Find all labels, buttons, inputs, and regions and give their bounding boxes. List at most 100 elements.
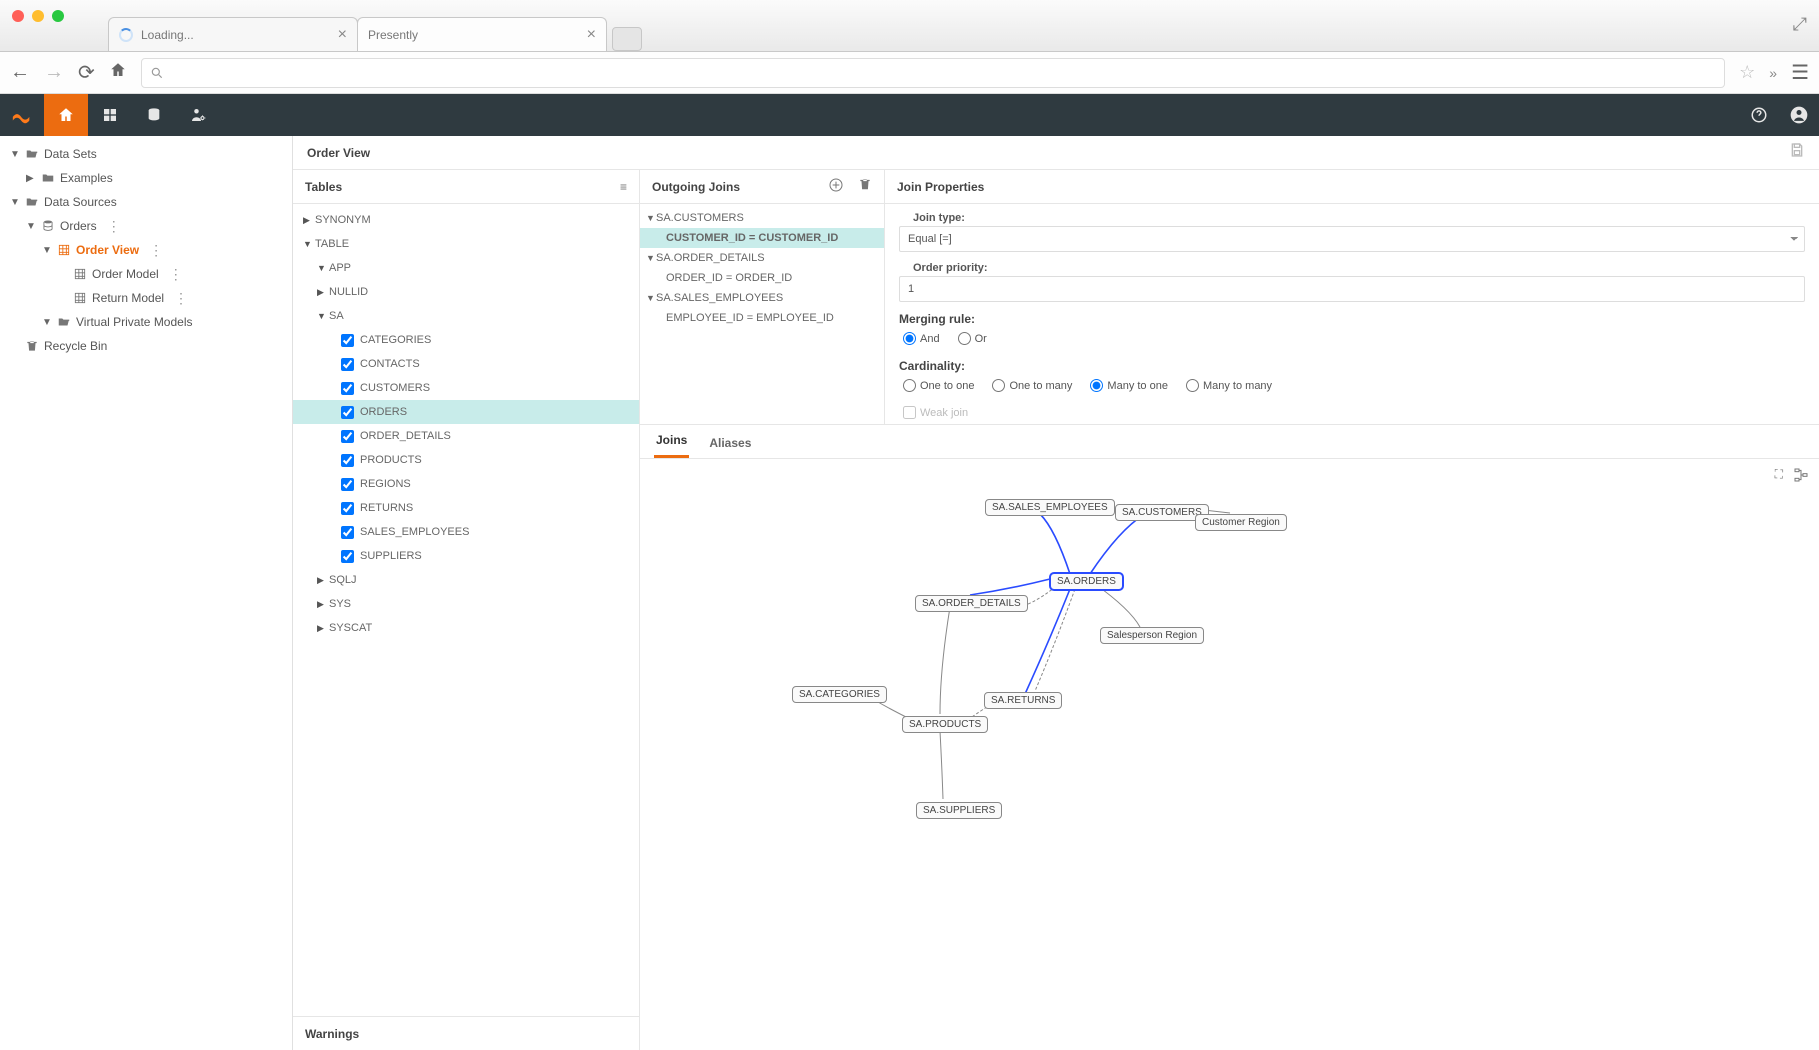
sidebar-item-orders[interactable]: ▼Orders⋮ xyxy=(0,214,292,238)
sidebar-item-order-model[interactable]: Order Model⋮ xyxy=(0,262,292,286)
sidebar-item-label: Data Sources xyxy=(44,195,117,209)
card-many-to-many[interactable]: Many to many xyxy=(1186,379,1272,392)
browser-tab-loading[interactable]: Loading... × xyxy=(108,17,358,51)
new-tab-button[interactable] xyxy=(612,27,642,51)
back-button[interactable]: ← xyxy=(10,61,30,84)
browser-tab-presently[interactable]: Presently × xyxy=(357,17,607,51)
table-row-products[interactable]: PRODUCTS xyxy=(293,448,639,472)
join-group[interactable]: ▼SA.ORDER_DETAILS xyxy=(640,248,884,268)
minimize-window-icon[interactable] xyxy=(32,10,44,22)
forward-button[interactable]: → xyxy=(44,61,64,84)
weak-join-check[interactable]: Weak join xyxy=(903,406,968,419)
table-row-categories[interactable]: CATEGORIES xyxy=(293,328,639,352)
sidebar-item-examples[interactable]: ▶Examples xyxy=(0,166,292,190)
more-icon[interactable]: ⋮ xyxy=(107,218,122,235)
node-order-details[interactable]: SA.ORDER_DETAILS xyxy=(915,595,1028,612)
join-condition[interactable]: ORDER_ID = ORDER_ID xyxy=(640,268,884,288)
card-many-to-one[interactable]: Many to one xyxy=(1090,379,1168,392)
join-group[interactable]: ▼SA.CUSTOMERS xyxy=(640,208,884,228)
table-checkbox[interactable] xyxy=(341,526,354,539)
table-checkbox[interactable] xyxy=(341,382,354,395)
table-row-sys[interactable]: ▶SYS xyxy=(293,592,639,616)
maximize-window-icon[interactable] xyxy=(52,10,64,22)
url-input[interactable] xyxy=(141,58,1725,88)
brand-logo[interactable] xyxy=(0,94,44,136)
sidebar-item-order-view[interactable]: ▼Order View⋮ xyxy=(0,238,292,262)
table-row-order_details[interactable]: ORDER_DETAILS xyxy=(293,424,639,448)
fullscreen-icon[interactable]: ⤢ xyxy=(1793,14,1807,35)
bookmark-icon[interactable]: ☆ xyxy=(1739,62,1755,83)
merging-or[interactable]: Or xyxy=(958,332,987,345)
table-checkbox[interactable] xyxy=(341,478,354,491)
nav-admin[interactable] xyxy=(176,94,220,136)
folder-open-icon xyxy=(24,147,40,161)
tab-aliases[interactable]: Aliases xyxy=(707,428,753,458)
delete-join-icon[interactable] xyxy=(858,177,872,196)
menu-icon[interactable]: ☰ xyxy=(1791,60,1809,85)
card-one-to-one[interactable]: One to one xyxy=(903,379,974,392)
table-row-contacts[interactable]: CONTACTS xyxy=(293,352,639,376)
node-sales-employees[interactable]: SA.SALES_EMPLOYEES xyxy=(985,499,1115,516)
card-one-to-many[interactable]: One to many xyxy=(992,379,1072,392)
close-tab-icon[interactable]: × xyxy=(338,26,347,44)
table-row-suppliers[interactable]: SUPPLIERS xyxy=(293,544,639,568)
table-checkbox[interactable] xyxy=(341,334,354,347)
table-row-sa[interactable]: ▼SA xyxy=(293,304,639,328)
node-orders[interactable]: SA.ORDERS xyxy=(1050,573,1123,590)
priority-input[interactable] xyxy=(899,276,1805,302)
diagram-canvas[interactable]: ⛶ xyxy=(640,459,1819,1050)
table-checkbox[interactable] xyxy=(341,358,354,371)
table-row-synonym[interactable]: ▶SYNONYM xyxy=(293,208,639,232)
nav-dashboard[interactable] xyxy=(88,94,132,136)
table-row-sales_employees[interactable]: SALES_EMPLOYEES xyxy=(293,520,639,544)
table-row-returns[interactable]: RETURNS xyxy=(293,496,639,520)
user-icon[interactable] xyxy=(1779,105,1819,125)
more-icon[interactable]: ⋮ xyxy=(149,242,164,259)
tables-menu-icon[interactable]: ≡ xyxy=(620,180,627,194)
sidebar-item-return-model[interactable]: Return Model⋮ xyxy=(0,286,292,310)
join-type-select[interactable]: Equal [=] xyxy=(899,226,1805,252)
node-products[interactable]: SA.PRODUCTS xyxy=(902,716,988,733)
table-row-nullid[interactable]: ▶NULLID xyxy=(293,280,639,304)
overflow-icon[interactable]: » xyxy=(1769,65,1777,81)
node-suppliers[interactable]: SA.SUPPLIERS xyxy=(916,802,1002,819)
node-categories[interactable]: SA.CATEGORIES xyxy=(792,686,887,703)
table-checkbox[interactable] xyxy=(341,454,354,467)
save-icon[interactable] xyxy=(1789,142,1805,163)
join-condition[interactable]: CUSTOMER_ID = CUSTOMER_ID xyxy=(640,228,884,248)
sidebar-item-recycle-bin[interactable]: Recycle Bin xyxy=(0,334,292,358)
tab-joins[interactable]: Joins xyxy=(654,425,689,458)
sidebar-item-data-sets[interactable]: ▼Data Sets xyxy=(0,142,292,166)
table-checkbox[interactable] xyxy=(341,502,354,515)
node-returns[interactable]: SA.RETURNS xyxy=(984,692,1062,709)
table-row-app[interactable]: ▼APP xyxy=(293,256,639,280)
table-row-table[interactable]: ▼TABLE xyxy=(293,232,639,256)
table-checkbox[interactable] xyxy=(341,406,354,419)
sidebar-item-data-sources[interactable]: ▼Data Sources xyxy=(0,190,292,214)
node-salesperson-region[interactable]: Salesperson Region xyxy=(1100,627,1204,644)
join-group[interactable]: ▼SA.SALES_EMPLOYEES xyxy=(640,288,884,308)
nav-data[interactable] xyxy=(132,94,176,136)
close-window-icon[interactable] xyxy=(12,10,24,22)
disclosure-icon: ▶ xyxy=(317,287,327,298)
reload-button[interactable]: ⟳ xyxy=(78,60,95,85)
close-tab-icon[interactable]: × xyxy=(587,26,596,44)
table-row-syscat[interactable]: ▶SYSCAT xyxy=(293,616,639,640)
table-row-sqlj[interactable]: ▶SQLJ xyxy=(293,568,639,592)
more-icon[interactable]: ⋮ xyxy=(169,266,184,283)
nav-home[interactable] xyxy=(44,94,88,136)
warnings-header[interactable]: Warnings xyxy=(293,1016,639,1050)
more-icon[interactable]: ⋮ xyxy=(174,290,189,307)
table-checkbox[interactable] xyxy=(341,430,354,443)
add-join-icon[interactable] xyxy=(828,177,844,196)
merging-and[interactable]: And xyxy=(903,332,940,345)
table-checkbox[interactable] xyxy=(341,550,354,563)
node-customer-region[interactable]: Customer Region xyxy=(1195,514,1287,531)
table-row-orders[interactable]: ORDERS xyxy=(293,400,639,424)
join-condition[interactable]: EMPLOYEE_ID = EMPLOYEE_ID xyxy=(640,308,884,328)
help-icon[interactable] xyxy=(1739,106,1779,124)
sidebar-item-virtual-private-models[interactable]: ▼Virtual Private Models xyxy=(0,310,292,334)
table-row-customers[interactable]: CUSTOMERS xyxy=(293,376,639,400)
table-row-regions[interactable]: REGIONS xyxy=(293,472,639,496)
home-icon[interactable] xyxy=(109,61,127,85)
